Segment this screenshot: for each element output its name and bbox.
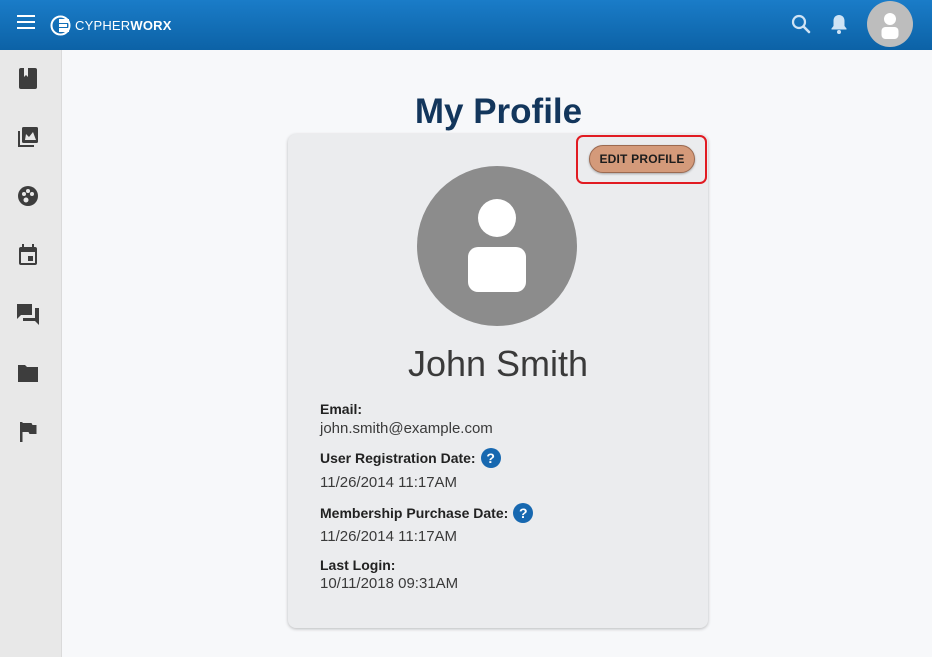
last-login-label: Last Login: <box>320 557 396 573</box>
user-avatar-icon <box>468 199 526 292</box>
user-avatar-button[interactable] <box>867 1 913 47</box>
user-avatar-icon <box>881 13 899 39</box>
menu-icon[interactable] <box>14 12 40 34</box>
logo-mark-icon <box>50 15 71 35</box>
sidebar <box>0 50 62 657</box>
email-label: Email: <box>320 401 363 417</box>
profile-avatar <box>417 166 577 326</box>
search-icon[interactable] <box>789 12 813 36</box>
book-icon <box>19 68 37 89</box>
edit-profile-button[interactable]: EDIT PROFILE <box>589 145 695 173</box>
membership-date-label: Membership Purchase Date: ? <box>320 503 534 523</box>
sidebar-item-forum[interactable] <box>14 300 42 328</box>
membership-date-value: 11/26/2014 11:17AM <box>320 528 458 545</box>
help-icon[interactable]: ? <box>513 503 534 523</box>
sidebar-item-courses[interactable] <box>14 64 42 92</box>
cypherworx-logo[interactable]: CYPHERWORX <box>50 13 172 37</box>
help-icon[interactable]: ? <box>480 448 501 468</box>
flag-icon <box>20 422 37 442</box>
page-title: My Profile <box>414 92 583 131</box>
sidebar-item-files[interactable] <box>14 359 42 387</box>
logo-text: CYPHERWORX <box>75 17 172 33</box>
user-name: John Smith <box>407 343 589 384</box>
last-login-value: 10/11/2018 09:31AM <box>320 575 459 592</box>
top-app-bar: CYPHERWORX <box>0 0 932 50</box>
email-value: john.smith@example.com <box>320 420 493 437</box>
bell-icon[interactable] <box>827 12 851 36</box>
registration-date-value: 11/26/2014 11:17AM <box>320 474 458 491</box>
forum-icon <box>17 304 39 325</box>
sidebar-item-calendar[interactable] <box>14 241 42 269</box>
sidebar-item-community[interactable] <box>14 182 42 210</box>
folder-icon <box>18 365 38 382</box>
calendar-icon <box>19 244 37 265</box>
sidebar-item-reports[interactable] <box>14 418 42 446</box>
palette-icon <box>18 186 38 206</box>
registration-date-label: User Registration Date: ? <box>320 448 501 468</box>
